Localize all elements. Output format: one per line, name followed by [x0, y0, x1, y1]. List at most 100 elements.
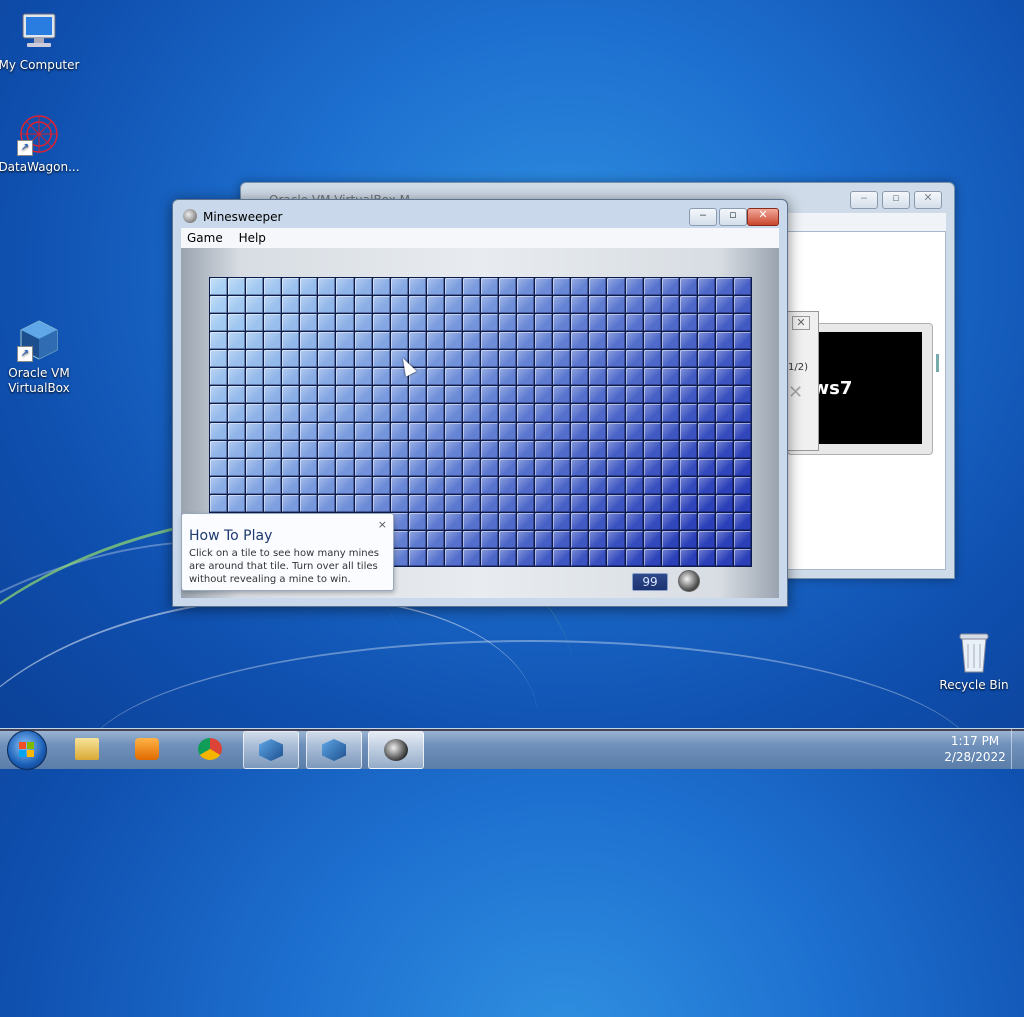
mine-tile[interactable] [462, 494, 480, 512]
mine-tile[interactable] [481, 458, 499, 476]
maximize-button[interactable]: ▫ [719, 208, 747, 226]
mine-tile[interactable] [517, 368, 535, 386]
mine-tile[interactable] [318, 458, 336, 476]
mine-tile[interactable] [318, 386, 336, 404]
mine-tile[interactable] [733, 386, 751, 404]
mine-tile[interactable] [733, 296, 751, 314]
mine-tile[interactable] [643, 296, 661, 314]
mine-tile[interactable] [553, 314, 571, 332]
mine-tile[interactable] [372, 368, 390, 386]
mine-tile[interactable] [571, 422, 589, 440]
taskbar-chrome[interactable] [183, 731, 237, 767]
mine-tile[interactable] [625, 530, 643, 548]
mine-tile[interactable] [625, 440, 643, 458]
mine-tile[interactable] [499, 332, 517, 350]
mine-tile[interactable] [426, 494, 444, 512]
mine-tile[interactable] [661, 368, 679, 386]
mine-tile[interactable] [679, 296, 697, 314]
mine-tile[interactable] [643, 386, 661, 404]
mine-tile[interactable] [697, 530, 715, 548]
mine-tile[interactable] [517, 404, 535, 422]
mine-tile[interactable] [607, 530, 625, 548]
close-icon[interactable]: × [378, 518, 387, 531]
mine-tile[interactable] [517, 476, 535, 494]
mine-tile[interactable] [354, 332, 372, 350]
mine-tile[interactable] [589, 350, 607, 368]
mine-tile[interactable] [481, 476, 499, 494]
mine-tile[interactable] [372, 440, 390, 458]
mine-tile[interactable] [607, 314, 625, 332]
mine-tile[interactable] [589, 458, 607, 476]
mine-tile[interactable] [643, 404, 661, 422]
mine-tile[interactable] [535, 548, 553, 566]
mine-tile[interactable] [444, 548, 462, 566]
mine-tile[interactable] [408, 404, 426, 422]
mine-tile[interactable] [481, 350, 499, 368]
mine-tile[interactable] [282, 458, 300, 476]
mine-tile[interactable] [589, 278, 607, 296]
mine-tile[interactable] [318, 404, 336, 422]
mine-tile[interactable] [733, 350, 751, 368]
mine-tile[interactable] [679, 494, 697, 512]
mine-tile[interactable] [679, 278, 697, 296]
mine-tile[interactable] [571, 530, 589, 548]
mine-tile[interactable] [553, 494, 571, 512]
mine-tile[interactable] [354, 296, 372, 314]
mine-tile[interactable] [390, 314, 408, 332]
mine-tile[interactable] [426, 368, 444, 386]
mine-tile[interactable] [246, 314, 264, 332]
mine-tile[interactable] [228, 422, 246, 440]
mine-tile[interactable] [300, 296, 318, 314]
mine-tile[interactable] [372, 386, 390, 404]
mine-tile[interactable] [282, 296, 300, 314]
mine-tile[interactable] [462, 422, 480, 440]
mine-tile[interactable] [408, 386, 426, 404]
mine-tile[interactable] [444, 350, 462, 368]
mine-tile[interactable] [228, 278, 246, 296]
mine-tile[interactable] [354, 440, 372, 458]
mine-tile[interactable] [318, 476, 336, 494]
mine-tile[interactable] [625, 422, 643, 440]
mine-tile[interactable] [481, 512, 499, 530]
minimize-button[interactable]: ‒ [850, 191, 878, 209]
close-icon[interactable]: ✕ [788, 382, 803, 403]
mine-tile[interactable] [643, 512, 661, 530]
mine-tile[interactable] [733, 476, 751, 494]
mine-tile[interactable] [499, 422, 517, 440]
mine-tile[interactable] [499, 548, 517, 566]
mine-tile[interactable] [607, 512, 625, 530]
mine-tile[interactable] [643, 332, 661, 350]
mine-tile[interactable] [481, 422, 499, 440]
mine-tile[interactable] [282, 440, 300, 458]
mine-tile[interactable] [715, 476, 733, 494]
mine-tile[interactable] [607, 440, 625, 458]
mine-tile[interactable] [300, 332, 318, 350]
mine-tile[interactable] [408, 332, 426, 350]
mine-tile[interactable] [697, 422, 715, 440]
mine-tile[interactable] [607, 422, 625, 440]
mine-tile[interactable] [210, 386, 228, 404]
mine-tile[interactable] [246, 296, 264, 314]
close-icon[interactable]: ✕ [792, 316, 810, 330]
mine-tile[interactable] [499, 368, 517, 386]
mine-tile[interactable] [246, 458, 264, 476]
mine-tile[interactable] [336, 458, 354, 476]
mine-tile[interactable] [643, 440, 661, 458]
mine-tile[interactable] [408, 494, 426, 512]
mine-tile[interactable] [499, 458, 517, 476]
mine-tile[interactable] [210, 458, 228, 476]
mine-tile[interactable] [607, 494, 625, 512]
mine-tile[interactable] [426, 458, 444, 476]
mine-tile[interactable] [589, 386, 607, 404]
mine-tile[interactable] [210, 332, 228, 350]
mine-tile[interactable] [661, 296, 679, 314]
mine-tile[interactable] [354, 368, 372, 386]
mine-tile[interactable] [372, 350, 390, 368]
mine-tile[interactable] [679, 530, 697, 548]
mine-tile[interactable] [300, 494, 318, 512]
mine-tile[interactable] [715, 350, 733, 368]
mine-tile[interactable] [336, 494, 354, 512]
mine-tile[interactable] [499, 278, 517, 296]
mine-tile[interactable] [553, 440, 571, 458]
mine-tile[interactable] [661, 494, 679, 512]
